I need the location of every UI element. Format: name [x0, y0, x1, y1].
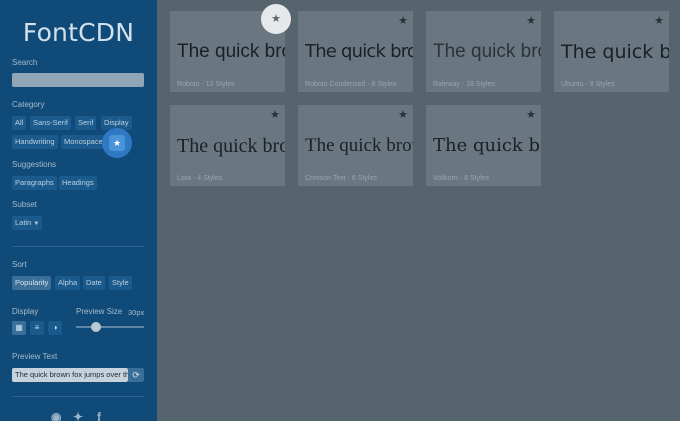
star-icon[interactable]: ★	[526, 14, 536, 27]
subset-label: Subset	[12, 200, 37, 209]
font-card-vollkorn[interactable]: The quick brown fox Vollkorn - 8 Styles …	[426, 105, 541, 186]
font-sample: The quick brown fox	[433, 135, 541, 156]
font-meta: Roboto - 12 Styles	[177, 81, 235, 88]
subset-dropdown[interactable]: Latin ▼	[12, 216, 43, 230]
chevron-down-icon: ▼	[33, 221, 40, 227]
category-handwriting-button[interactable]: Handwriting	[12, 135, 58, 149]
github-icon[interactable]: ◉	[51, 410, 61, 421]
grid-view-button[interactable]: ▦	[12, 321, 26, 335]
subset-value: Latin	[15, 218, 32, 227]
list-icon: ≡	[34, 323, 40, 332]
display-label: Display	[12, 307, 39, 316]
category-all-button[interactable]: All	[12, 116, 27, 130]
font-sample: The quick brown fox	[305, 41, 413, 62]
sort-alpha-button[interactable]: Alpha	[55, 276, 81, 290]
category-label: Category	[12, 100, 45, 109]
contrast-icon: ◑	[52, 323, 58, 332]
star-icon: ★	[112, 138, 122, 148]
font-sample: The quick brown fox	[305, 135, 413, 156]
preview-text-input[interactable]: The quick brown fox jumps over the lazy …	[12, 368, 128, 382]
star-icon[interactable]: ★	[654, 14, 664, 27]
search-label: Search	[12, 58, 38, 67]
app-logo: FontCDN	[22, 18, 135, 47]
suggestion-paragraphs-button[interactable]: Paragraphs	[12, 176, 57, 190]
font-card-roboto-condensed[interactable]: The quick brown fox Roboto Condensed - 6…	[298, 11, 413, 92]
star-icon[interactable]: ★	[398, 14, 408, 27]
search-input[interactable]	[12, 73, 144, 87]
category-sans-serif-button[interactable]: Sans-Serif	[30, 116, 72, 130]
font-meta: Ubuntu - 8 Styles	[561, 81, 615, 88]
refresh-preview-button[interactable]: ⟳	[128, 368, 144, 382]
star-icon[interactable]: ★	[526, 108, 536, 121]
font-sample: The quick brown fox	[177, 41, 285, 62]
star-icon[interactable]: ★	[261, 4, 291, 34]
star-icon[interactable]: ★	[270, 108, 280, 121]
suggestion-headings-button[interactable]: Headings	[59, 176, 97, 190]
preview-size-label: Preview Size	[76, 307, 123, 316]
preview-text-label: Preview Text	[12, 352, 58, 361]
contrast-button[interactable]: ◑	[48, 321, 62, 335]
sidebar: FontCDN Search Category All Sans-Serif S…	[0, 0, 157, 421]
sort-label: Sort	[12, 260, 27, 269]
preview-size-value: 30px	[128, 308, 145, 317]
star-icon[interactable]: ★	[398, 108, 408, 121]
font-card-raleway[interactable]: The quick brown fox Raleway - 18 Styles …	[426, 11, 541, 92]
preview-size-slider[interactable]	[76, 326, 144, 328]
font-card-ubuntu[interactable]: The quick brown fox Ubuntu - 8 Styles ★	[554, 11, 669, 92]
category-serif-button[interactable]: Serif	[75, 116, 97, 130]
font-meta: Roboto Condensed - 6 Styles	[305, 81, 397, 88]
font-sample: The quick brown fox	[433, 41, 541, 62]
divider	[12, 396, 144, 397]
category-monospace-button[interactable]: Monospace	[61, 135, 106, 149]
font-meta: Vollkorn - 8 Styles	[433, 175, 490, 182]
divider	[12, 246, 144, 247]
sort-popularity-button[interactable]: Popularity	[12, 276, 52, 290]
font-meta: Raleway - 18 Styles	[433, 81, 495, 88]
suggestions-label: Suggestions	[12, 160, 57, 169]
font-sample: The quick brown fox	[177, 135, 285, 157]
font-meta: Crimson Text - 6 Styles	[305, 175, 377, 182]
twitter-icon[interactable]: ✦	[73, 410, 83, 421]
font-sample: The quick brown fox	[561, 41, 669, 63]
font-card-crimson-text[interactable]: The quick brown fox Crimson Text - 6 Sty…	[298, 105, 413, 186]
font-card-lora[interactable]: The quick brown fox Lora - 4 Styles ★	[170, 105, 285, 186]
facebook-icon[interactable]: f	[97, 410, 101, 421]
sort-style-button[interactable]: Style	[109, 276, 132, 290]
preview-size-slider-handle[interactable]	[91, 322, 102, 332]
refresh-icon: ⟳	[132, 370, 140, 380]
favorites-button[interactable]: ★	[109, 135, 125, 151]
list-view-button[interactable]: ≡	[30, 321, 44, 335]
grid-icon: ▦	[15, 323, 23, 332]
font-meta: Lora - 4 Styles	[177, 175, 223, 182]
sort-date-button[interactable]: Date	[83, 276, 105, 290]
